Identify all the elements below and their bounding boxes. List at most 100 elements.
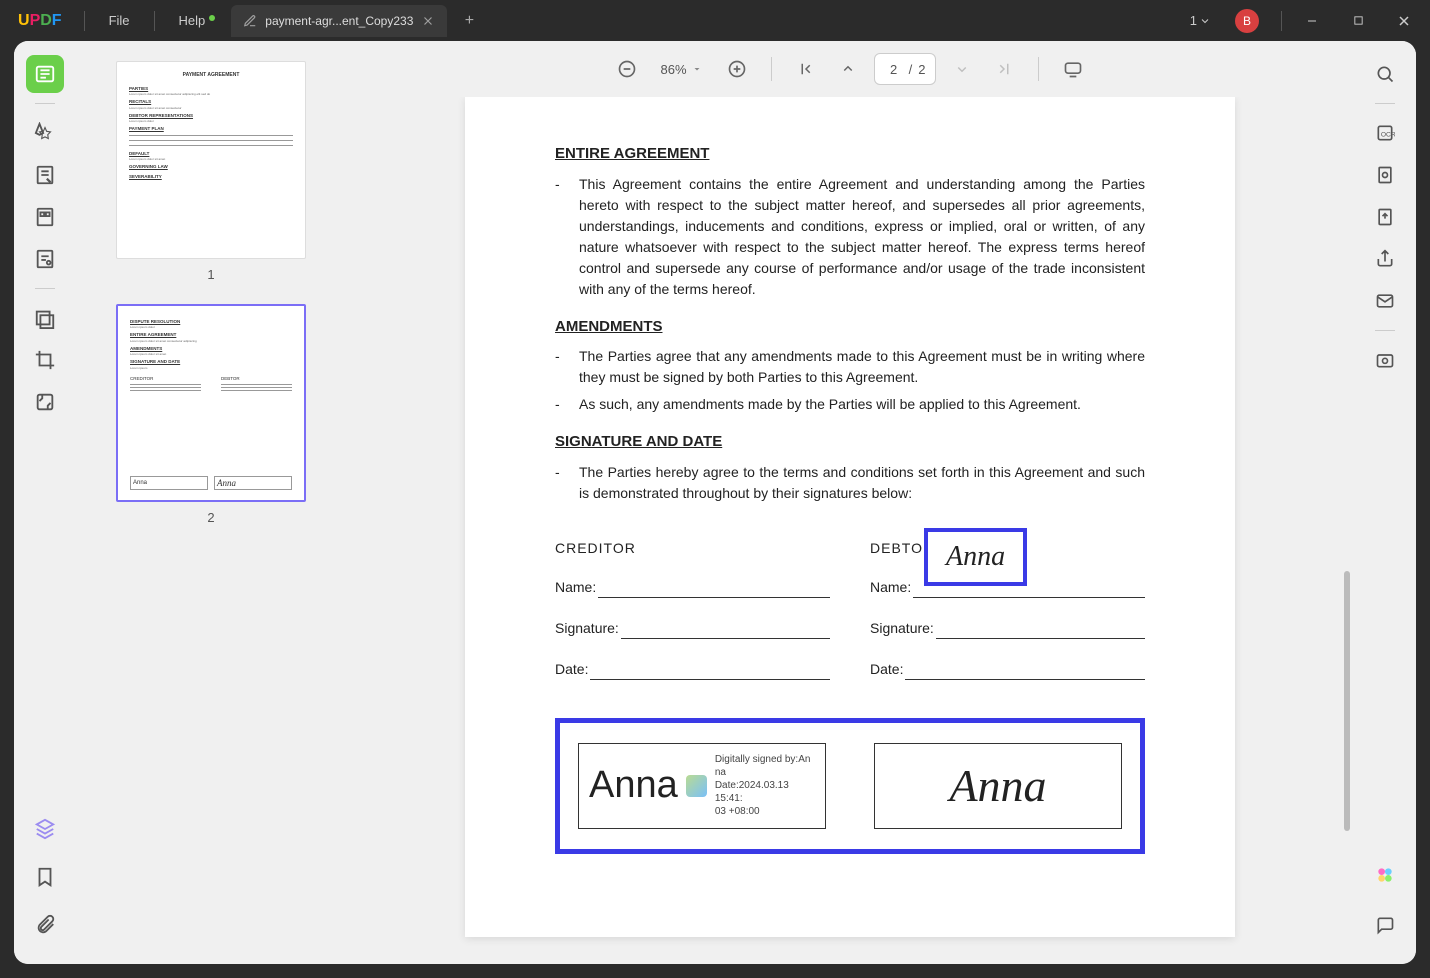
avatar[interactable]: B [1235, 9, 1259, 33]
ai-assistant-button[interactable] [1366, 856, 1404, 894]
divider [84, 11, 85, 31]
comment-button[interactable] [1366, 906, 1404, 944]
form-tool[interactable] [26, 240, 64, 278]
last-page-button[interactable] [988, 53, 1020, 85]
page-sep: / [909, 62, 913, 77]
divider [1281, 11, 1282, 31]
redact-tool[interactable] [26, 299, 64, 337]
tab-title: payment-agr...ent_Copy233 [265, 14, 413, 28]
signature-highlight-box: Anna Digitally signed by:Anna Date:2024.… [555, 718, 1145, 854]
edit-text-tool[interactable] [26, 156, 64, 194]
signature-date-body: The Parties hereby agree to the terms an… [579, 462, 1145, 504]
zoom-in-button[interactable] [721, 53, 753, 85]
digital-sig-meta: Digitally signed by:Anna Date:2024.03.13… [715, 753, 815, 818]
svg-text:OCR: OCR [1381, 131, 1395, 138]
divider [154, 11, 155, 31]
name-label: Name: [870, 577, 911, 598]
creditor-column: CREDITOR Name: Signature: Date: [555, 538, 830, 700]
crop-tool[interactable] [26, 341, 64, 379]
help-notification-dot [209, 15, 215, 21]
document-view: 86% / 2 ENTIRE AGREEMENT -This Agreement… [346, 41, 1354, 964]
first-page-button[interactable] [790, 53, 822, 85]
name-label: Name: [555, 577, 596, 598]
bookmark-tool[interactable] [26, 858, 64, 896]
presentation-button[interactable] [1057, 53, 1089, 85]
heading-entire-agreement: ENTIRE AGREEMENT [555, 143, 1145, 166]
next-page-button[interactable] [946, 53, 978, 85]
divider [771, 57, 772, 81]
signature-line [936, 623, 1145, 639]
creditor-heading: CREDITOR [555, 538, 830, 559]
attachment-tool[interactable] [26, 906, 64, 944]
thumb-sig-1: Anna [130, 476, 208, 490]
organize-tool[interactable] [26, 198, 64, 236]
cursive-signature: Anna [885, 751, 1111, 820]
handwritten-signature-box[interactable]: Anna [874, 743, 1122, 829]
page-indicator[interactable]: / 2 [874, 53, 937, 85]
document-scroll[interactable]: ENTIRE AGREEMENT -This Agreement contain… [346, 97, 1354, 964]
thumbnail-panel: PAYMENT AGREEMENT PARTIESLorem ipsum dol… [76, 41, 346, 964]
menu-file[interactable]: File [89, 13, 150, 28]
maximize-button[interactable] [1338, 6, 1378, 36]
close-icon[interactable] [421, 14, 435, 28]
titlebar: UPDF File Help payment-agr...ent_Copy233… [0, 0, 1430, 41]
notification-button[interactable]: 1 [1184, 9, 1217, 32]
prev-page-button[interactable] [832, 53, 864, 85]
thumb-sig-2: Anna [214, 476, 292, 490]
reader-tool[interactable] [26, 55, 64, 93]
menu-help-label: Help [179, 13, 206, 28]
compress-tool[interactable] [26, 383, 64, 421]
floating-signature[interactable]: Anna [924, 528, 1027, 586]
date-label: Date: [555, 659, 588, 680]
thumb-label-2: 2 [116, 510, 306, 525]
zoom-select[interactable]: 86% [653, 62, 711, 77]
share-button[interactable] [1366, 240, 1404, 278]
layers-tool[interactable] [26, 810, 64, 848]
thumbnail-page-2[interactable]: DISPUTE RESOLUTIONLorem ipsum dolor ENTI… [116, 304, 306, 502]
document-page: ENTIRE AGREEMENT -This Agreement contain… [465, 97, 1235, 937]
date-label: Date: [870, 659, 903, 680]
ocr-button[interactable]: OCR [1366, 114, 1404, 152]
thumb-label-1: 1 [116, 267, 306, 282]
thumbnail-page-1[interactable]: PAYMENT AGREEMENT PARTIESLorem ipsum dol… [116, 61, 306, 259]
highlight-tool[interactable] [26, 114, 64, 152]
date-line [905, 664, 1145, 680]
page-input[interactable] [885, 62, 903, 77]
debtor-column: DEBTOR Name: Signature: Date: Anna [870, 538, 1145, 700]
right-toolbar: OCR [1354, 41, 1416, 964]
amendments-body-2: As such, any amendments made by the Part… [579, 394, 1145, 415]
certificate-icon [686, 775, 707, 797]
thumb-title: PAYMENT AGREEMENT [129, 72, 293, 79]
divider [35, 288, 55, 289]
view-toolbar: 86% / 2 [346, 41, 1354, 97]
entire-agreement-body: This Agreement contains the entire Agree… [579, 174, 1145, 300]
signature-label: Signature: [870, 618, 934, 639]
divider [35, 103, 55, 104]
screenshot-button[interactable] [1366, 341, 1404, 379]
zoom-value: 86% [661, 62, 687, 77]
menu-help[interactable]: Help [159, 13, 226, 28]
email-button[interactable] [1366, 282, 1404, 320]
divider [1038, 57, 1039, 81]
signature-label: Signature: [555, 618, 619, 639]
left-toolbar [14, 41, 76, 964]
heading-amendments: AMENDMENTS [555, 316, 1145, 339]
main-panel: PAYMENT AGREEMENT PARTIESLorem ipsum dol… [14, 41, 1416, 964]
amendments-body-1: The Parties agree that any amendments ma… [579, 346, 1145, 388]
new-tab-button[interactable]: + [457, 9, 481, 33]
signature-line [621, 623, 830, 639]
search-button[interactable] [1366, 55, 1404, 93]
scrollbar[interactable] [1344, 571, 1350, 831]
zoom-out-button[interactable] [611, 53, 643, 85]
date-line [590, 664, 830, 680]
digital-signature-box[interactable]: Anna Digitally signed by:Anna Date:2024.… [578, 743, 826, 829]
divider [1375, 103, 1395, 104]
name-line [598, 582, 830, 598]
page-total: 2 [918, 62, 925, 77]
protect-button[interactable] [1366, 156, 1404, 194]
close-window-button[interactable] [1384, 6, 1424, 36]
export-button[interactable] [1366, 198, 1404, 236]
heading-signature-date: SIGNATURE AND DATE [555, 431, 1145, 454]
document-tab[interactable]: payment-agr...ent_Copy233 [231, 5, 447, 37]
minimize-button[interactable] [1292, 6, 1332, 36]
